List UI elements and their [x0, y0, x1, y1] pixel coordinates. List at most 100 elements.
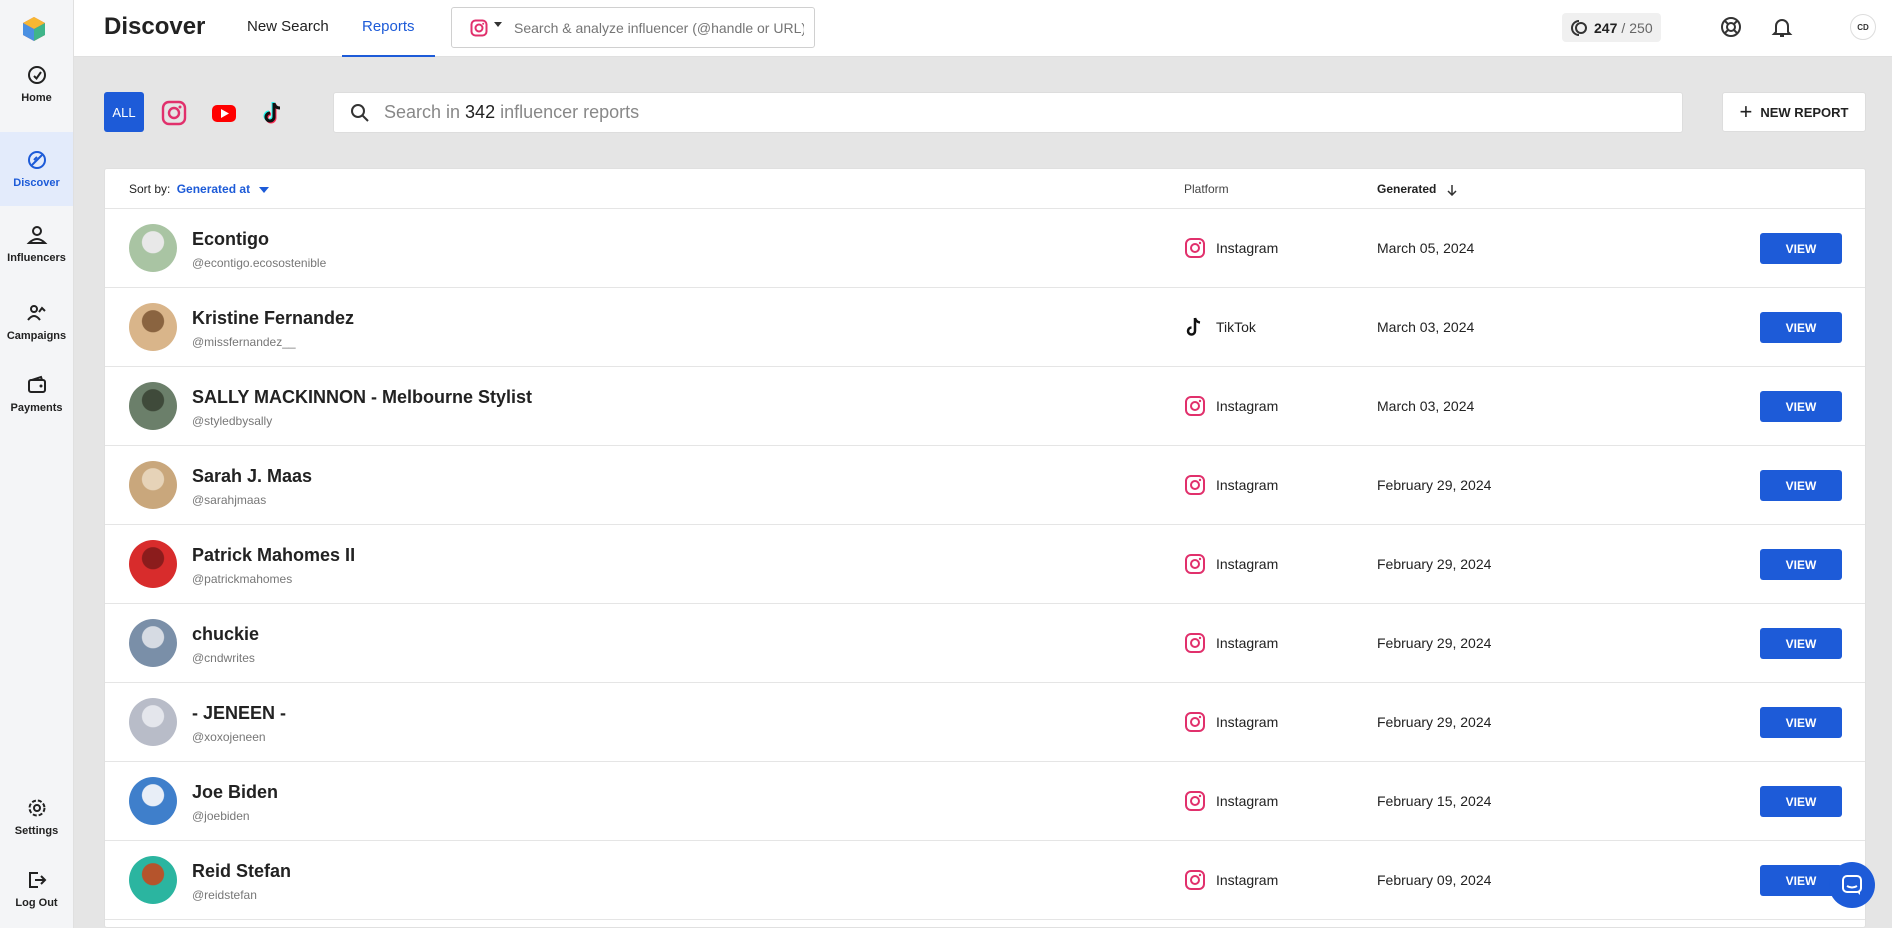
instagram-icon: [1185, 475, 1205, 495]
column-header-generated[interactable]: Generated: [1377, 182, 1458, 196]
sidebar-item-influencers[interactable]: Influencers: [0, 207, 73, 281]
table-row[interactable]: Reid Stefan @reidstefan Instagram February …: [105, 841, 1865, 920]
platform-label: Instagram: [1216, 714, 1279, 730]
reports-table: Sort by: Generated at Platform Generated…: [104, 168, 1866, 928]
tiktok-icon[interactable]: [261, 100, 287, 126]
tab-new-search[interactable]: New Search: [227, 0, 349, 57]
youtube-icon[interactable]: [211, 100, 237, 126]
tiktok-icon: [1186, 317, 1201, 336]
influencer-handle: @xoxojeneen: [192, 730, 266, 744]
view-button[interactable]: VIEW: [1760, 470, 1842, 501]
column-header-generated-label: Generated: [1377, 182, 1437, 196]
search-input[interactable]: [514, 19, 804, 36]
table-row[interactable]: - JENEEN - @xoxojeneen Instagram February 2…: [105, 683, 1865, 762]
bell-icon[interactable]: [1770, 15, 1794, 39]
influencer-handle: @styledbysally: [192, 414, 273, 428]
platform-label: Instagram: [1216, 793, 1279, 809]
platform-cell: Instagram: [1184, 711, 1278, 733]
chevron-down-icon[interactable]: [259, 186, 270, 193]
sidebar-item-home[interactable]: Home: [0, 47, 73, 121]
view-button[interactable]: VIEW: [1760, 628, 1842, 659]
instagram-icon: [1185, 712, 1205, 732]
influencer-search: [451, 7, 815, 48]
influencer-name[interactable]: Kristine Fernandez: [192, 308, 354, 329]
instagram-icon: [1185, 633, 1205, 653]
credits-total: 250: [1629, 19, 1653, 36]
tab-reports[interactable]: Reports: [342, 0, 435, 57]
table-row[interactable]: chuckie @cndwrites Instagram February 29, 2…: [105, 604, 1865, 683]
table-header: Sort by: Generated at Platform Generated: [105, 169, 1865, 209]
new-report-button[interactable]: + NEW REPORT: [1722, 92, 1866, 132]
platform-label: TikTok: [1216, 319, 1256, 335]
sidebar-item-payments[interactable]: Payments: [0, 357, 73, 431]
view-button[interactable]: VIEW: [1760, 233, 1842, 264]
table-row[interactable]: Sarah J. Maas @sarahjmaas Instagram Februar…: [105, 446, 1865, 525]
view-button[interactable]: VIEW: [1760, 391, 1842, 422]
generated-date: February 15, 2024: [1377, 793, 1492, 809]
sidebar-item-campaigns[interactable]: Campaigns: [0, 285, 73, 359]
influencer-name[interactable]: chuckie: [192, 624, 259, 645]
view-button[interactable]: VIEW: [1760, 786, 1842, 817]
influencer-name[interactable]: SALLY MACKINNON - Melbourne Stylist: [192, 387, 532, 408]
credits-separator: /: [1621, 19, 1626, 36]
generated-date: March 03, 2024: [1377, 319, 1475, 335]
report-search-input[interactable]: Search in 342 influencer reports: [333, 92, 1683, 133]
table-row[interactable]: Patrick Mahomes II @patrickmahomes Instagr…: [105, 525, 1865, 604]
generated-date: March 05, 2024: [1377, 240, 1475, 256]
home-icon: [27, 66, 46, 84]
table-row[interactable]: Econtigo @econtigo.ecosostenible Instagram…: [105, 209, 1865, 288]
discover-icon: [27, 151, 46, 169]
help-icon[interactable]: [1719, 15, 1743, 39]
user-avatar[interactable]: CD: [1850, 14, 1876, 40]
search-prefix: Search in: [384, 102, 461, 122]
sidebar-item-label: Payments: [10, 402, 63, 414]
avatar: [129, 619, 177, 667]
platform-cell: Instagram: [1184, 790, 1278, 812]
chevron-down-icon[interactable]: [494, 22, 502, 27]
sidebar-item-discover[interactable]: Discover: [0, 132, 73, 206]
platform-label: Instagram: [1216, 398, 1279, 414]
influencer-name[interactable]: Sarah J. Maas: [192, 466, 312, 487]
filter-all-button[interactable]: ALL: [104, 92, 144, 132]
instagram-icon: [1185, 396, 1205, 416]
influencer-handle: @joebiden: [192, 809, 250, 823]
view-button[interactable]: VIEW: [1760, 707, 1842, 738]
instagram-icon[interactable]: [161, 100, 187, 126]
platform-cell: Instagram: [1184, 237, 1278, 259]
view-button[interactable]: VIEW: [1760, 312, 1842, 343]
generated-date: February 29, 2024: [1377, 635, 1492, 651]
table-row[interactable]: SALLY MACKINNON - Melbourne Stylist @styl…: [105, 367, 1865, 446]
avatar: [129, 224, 177, 272]
sidebar-item-settings[interactable]: Settings: [0, 780, 73, 854]
arrow-down-icon: [1447, 184, 1457, 196]
table-row[interactable]: Kristine Fernandez @missfernandez__ TikTok…: [105, 288, 1865, 367]
influencer-name[interactable]: Joe Biden: [192, 782, 278, 803]
influencer-handle: @cndwrites: [192, 651, 255, 665]
app-logo[interactable]: [20, 15, 48, 43]
influencer-name[interactable]: Patrick Mahomes II: [192, 545, 355, 566]
sidebar-item-logout[interactable]: Log Out: [0, 852, 73, 926]
generated-date: February 09, 2024: [1377, 872, 1492, 888]
sort-dropdown[interactable]: Generated at: [177, 182, 250, 196]
instagram-icon: [1185, 870, 1205, 890]
chat-support-button[interactable]: [1829, 862, 1875, 908]
search-icon: [351, 103, 369, 122]
influencer-handle: @missfernandez__: [192, 335, 296, 349]
instagram-icon[interactable]: [470, 19, 488, 37]
avatar: [129, 461, 177, 509]
avatar: [129, 382, 177, 430]
sidebar-item-label: Campaigns: [6, 330, 67, 342]
sidebar-item-label: Home: [21, 92, 52, 104]
view-button[interactable]: VIEW: [1760, 549, 1842, 580]
instagram-icon: [1185, 554, 1205, 574]
sidebar-item-label: Influencers: [7, 252, 66, 264]
table-row[interactable]: Joe Biden @joebiden Instagram February 15, …: [105, 762, 1865, 841]
avatar: [129, 303, 177, 351]
influencer-name[interactable]: Reid Stefan: [192, 861, 291, 882]
column-header-platform: Platform: [1184, 182, 1229, 196]
influencer-name[interactable]: Econtigo: [192, 229, 269, 250]
influencer-name[interactable]: - JENEEN -: [192, 703, 286, 724]
avatar: [129, 856, 177, 904]
platform-cell: Instagram: [1184, 395, 1278, 417]
platform-label: Instagram: [1216, 240, 1279, 256]
